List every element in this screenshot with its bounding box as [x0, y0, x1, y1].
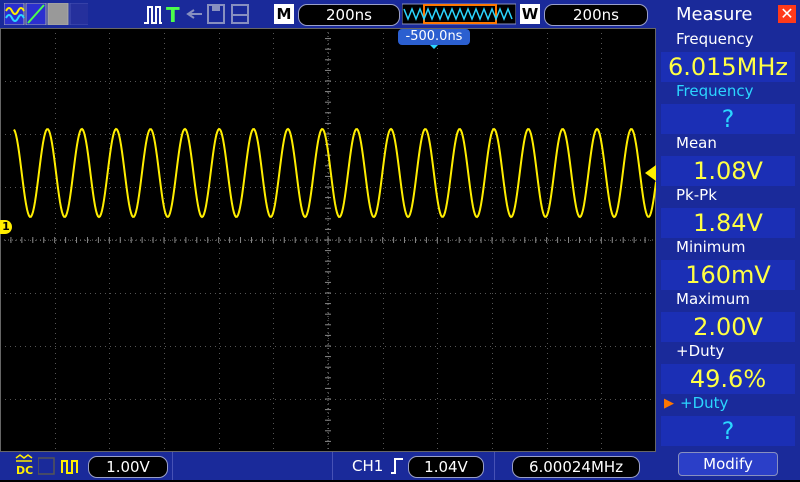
measure-label-5: Minimum	[676, 238, 746, 256]
ch1-waveform	[13, 127, 656, 219]
measure-value-5[interactable]: 160mV	[661, 260, 795, 290]
trigger-channel: CH1	[352, 457, 384, 475]
bottom-status-bar: DC 1.00V CH1 1.04V 6.00024MHz	[0, 452, 656, 480]
timebase-value[interactable]: 200ns	[298, 4, 400, 26]
measure-value-1[interactable]: 6.015MHz	[661, 52, 795, 82]
trigger-frequency: 6.00024MHz	[512, 456, 640, 478]
waveform-overview-icon[interactable]	[402, 3, 516, 25]
measure-value-6[interactable]: 2.00V	[661, 312, 795, 342]
measure-value-8[interactable]: ?	[661, 416, 795, 446]
divider	[494, 452, 495, 480]
measure-label-1: Frequency	[676, 30, 754, 48]
waveform-display: -500.0ns 1	[0, 28, 656, 452]
timebase-tag: M	[274, 4, 294, 24]
window-tag: W	[520, 4, 540, 24]
window-value[interactable]: 200ns	[544, 4, 648, 26]
measure-label-8: +Duty	[680, 394, 729, 412]
status-icons: T	[144, 3, 249, 25]
measure-label-6: Maximum	[676, 290, 750, 308]
measure-panel: Measure ✕ Frequency 6.015MHz Frequency ?…	[656, 0, 800, 480]
display-mode-icons[interactable]	[4, 3, 88, 25]
measure-title: Measure	[676, 4, 753, 25]
measure-label-4: Pk-Pk	[676, 186, 717, 204]
ch1-volts-div[interactable]: 1.00V	[88, 456, 168, 478]
measure-label-7: +Duty	[676, 342, 725, 360]
selected-arrow-icon: ▶	[664, 396, 674, 411]
bandwidth-invert-icons[interactable]	[38, 457, 84, 475]
modify-button[interactable]: Modify	[678, 452, 778, 476]
rising-edge-icon[interactable]	[390, 457, 404, 475]
measure-value-3[interactable]: 1.08V	[661, 156, 795, 186]
measure-label-3: Mean	[676, 134, 717, 152]
top-toolbar: T M 200ns W 200ns	[0, 0, 656, 28]
svg-text:T: T	[166, 3, 180, 25]
measure-value-7[interactable]: 49.6%	[661, 364, 795, 394]
divider	[172, 452, 173, 480]
close-icon[interactable]: ✕	[778, 5, 796, 23]
measure-value-2[interactable]: ?	[661, 104, 795, 134]
divider	[332, 452, 333, 480]
measure-value-4[interactable]: 1.84V	[661, 208, 795, 238]
trigger-level-marker[interactable]	[645, 165, 656, 181]
graticule	[0, 28, 656, 452]
trigger-level[interactable]: 1.04V	[408, 456, 484, 478]
coupling-label: DC	[16, 464, 34, 477]
measure-label-2: Frequency	[676, 82, 754, 100]
trigger-offset-label: -500.0ns	[398, 29, 470, 45]
